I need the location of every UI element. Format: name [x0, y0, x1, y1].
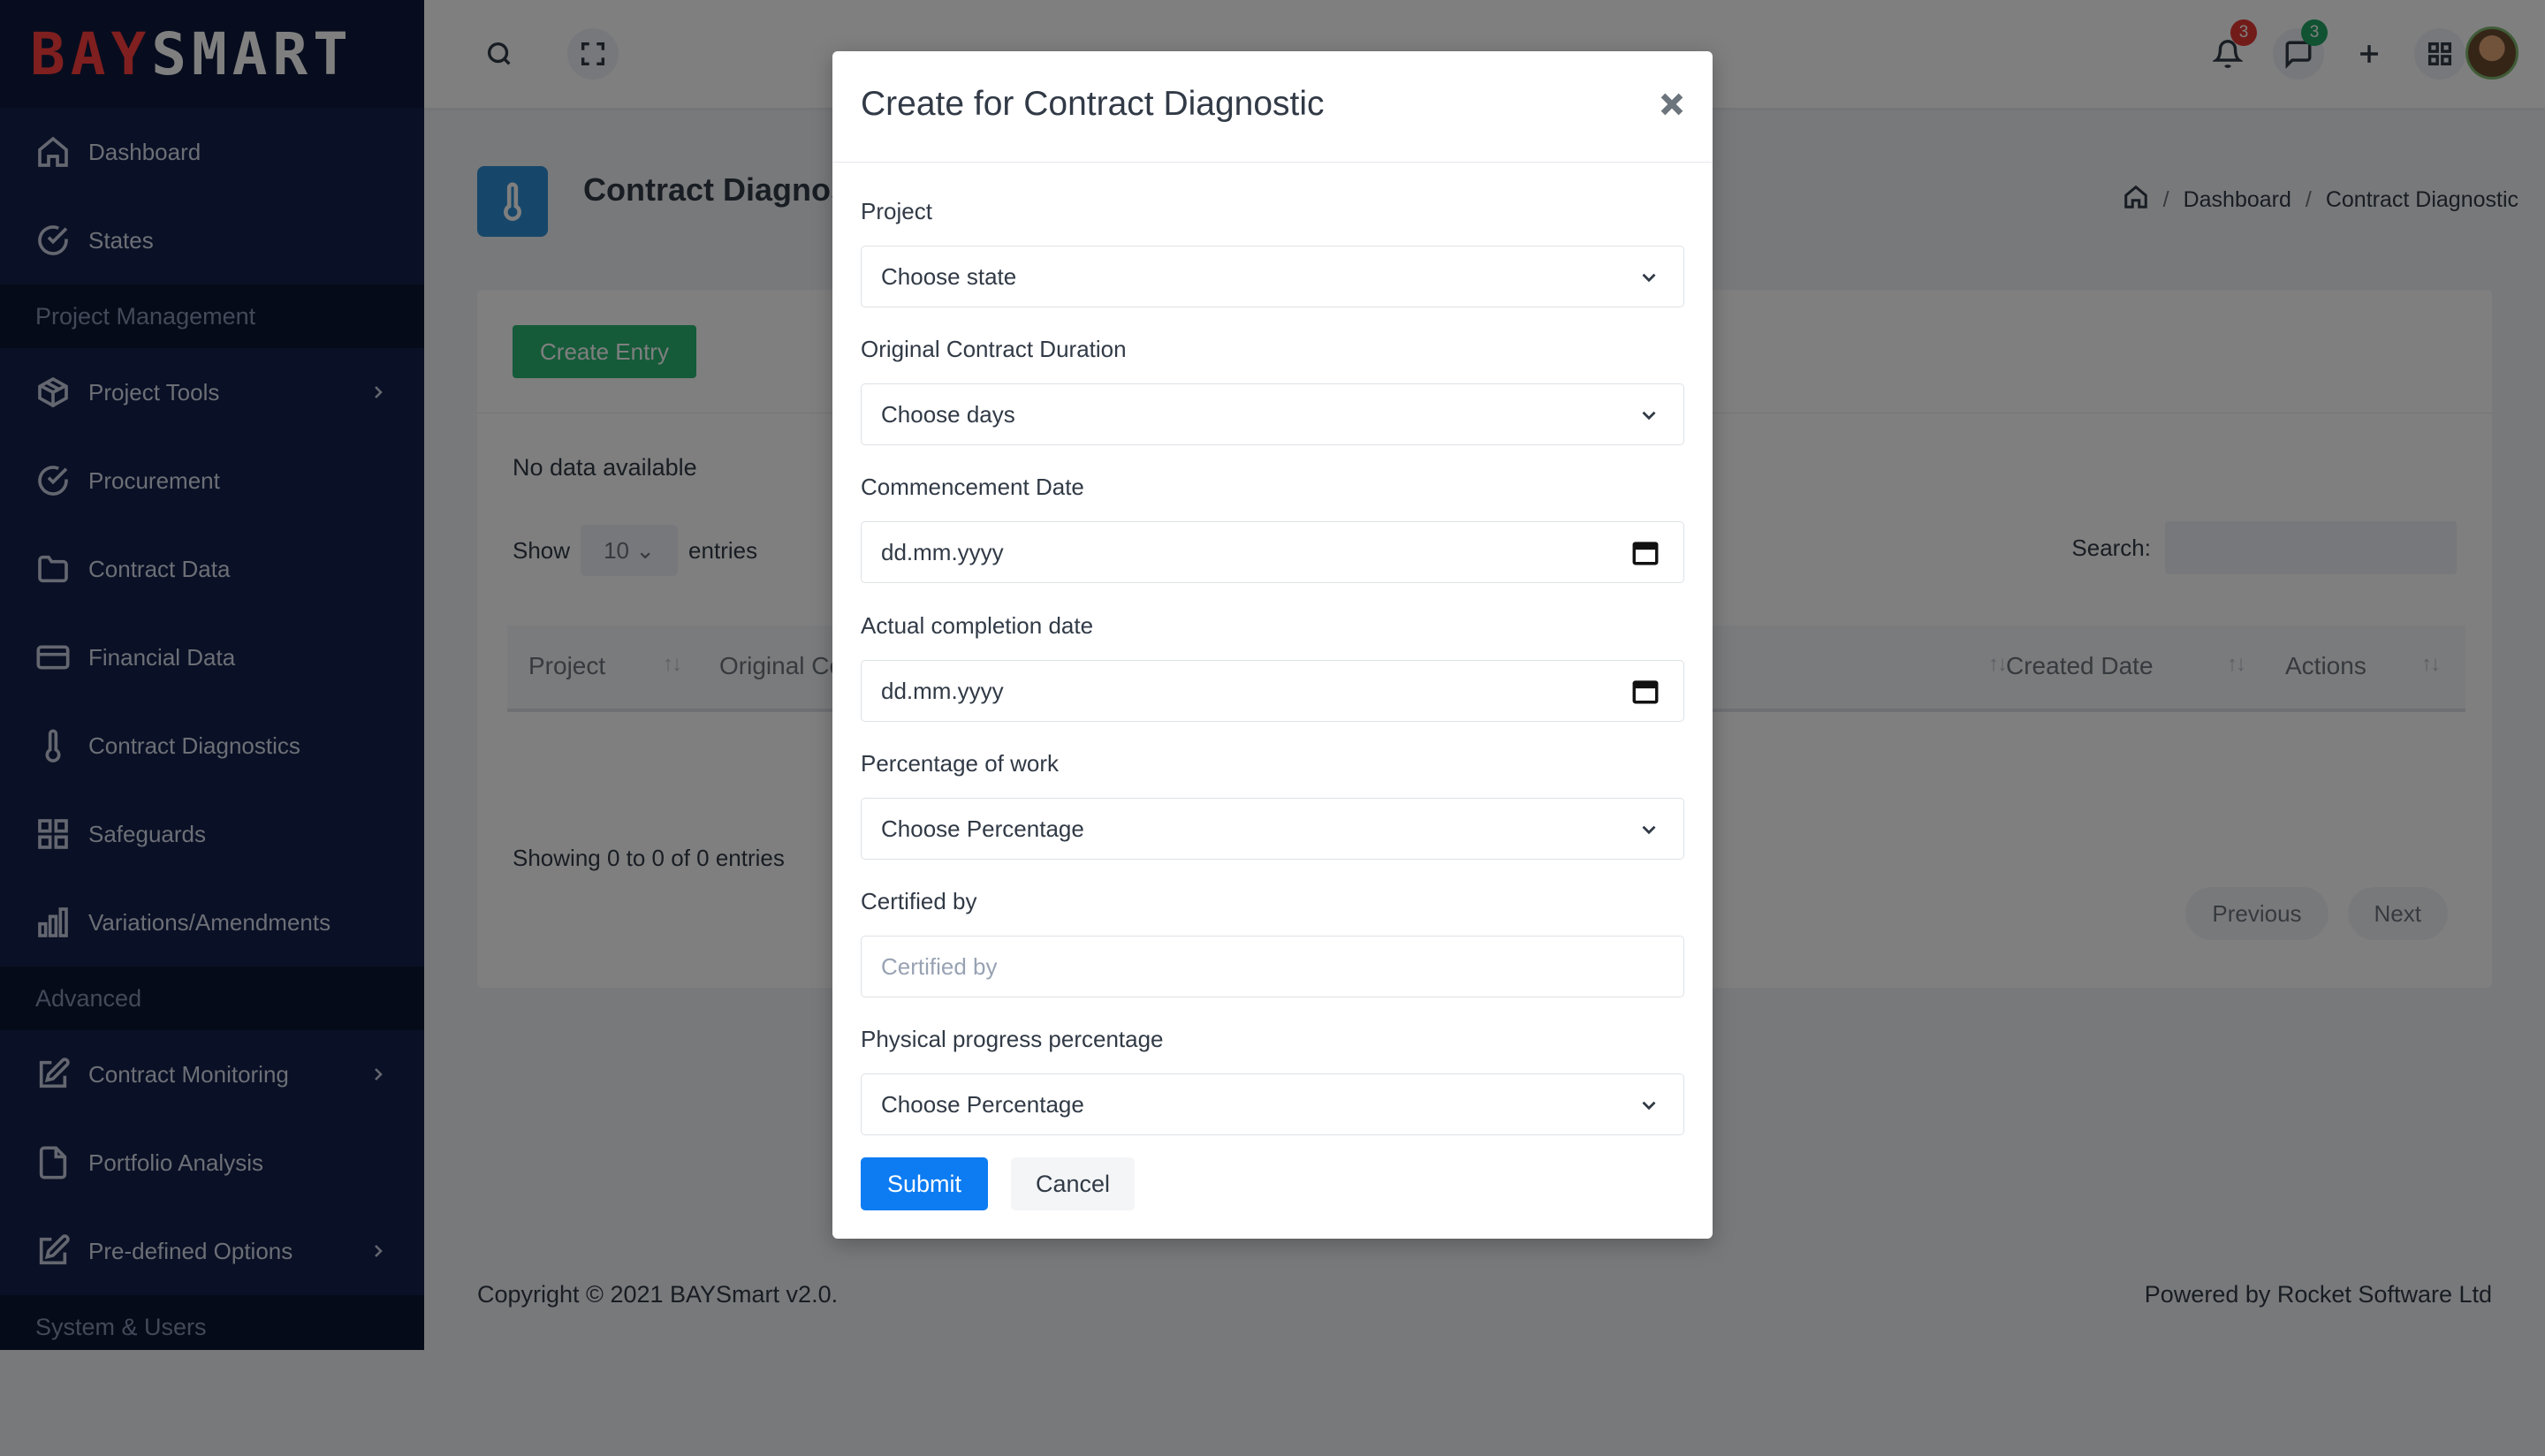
chevron-down-icon — [1637, 404, 1660, 427]
field-label: Project — [861, 198, 932, 224]
completion-date-field: Actual completion date dd.mm.yyyy — [861, 612, 1684, 722]
duration-select[interactable]: Choose days — [861, 383, 1684, 445]
field-label: Original Contract Duration — [861, 336, 1127, 362]
percentage-of-work-select[interactable]: Choose Percentage — [861, 798, 1684, 860]
field-label: Certified by — [861, 888, 977, 914]
submit-button[interactable]: Submit — [861, 1157, 988, 1210]
project-select[interactable]: Choose state — [861, 246, 1684, 307]
chevron-down-icon — [1637, 1094, 1660, 1117]
chevron-down-icon — [1637, 266, 1660, 289]
commencement-date-field: Commencement Date dd.mm.yyyy — [861, 474, 1684, 583]
commencement-date-input[interactable]: dd.mm.yyyy — [861, 521, 1684, 583]
close-icon[interactable] — [1654, 87, 1690, 122]
field-label: Actual completion date — [861, 612, 1094, 639]
modal-title: Create for Contract Diagnostic — [861, 85, 1325, 123]
project-field: Project Choose state — [861, 198, 1684, 307]
chevron-down-icon — [1637, 818, 1660, 841]
duration-field: Original Contract Duration Choose days — [861, 336, 1684, 445]
create-modal: Create for Contract Diagnostic Project C… — [832, 51, 1713, 1239]
physical-progress-select[interactable]: Choose Percentage — [861, 1073, 1684, 1135]
modal-actions: Submit Cancel — [861, 1157, 1135, 1210]
modal-header: Create for Contract Diagnostic — [832, 51, 1713, 163]
percentage-of-work-field: Percentage of work Choose Percentage — [861, 750, 1684, 860]
field-label: Physical progress percentage — [861, 1026, 1164, 1052]
completion-date-input[interactable]: dd.mm.yyyy — [861, 660, 1684, 722]
certified-by-field: Certified by Certified by — [861, 888, 1684, 997]
calendar-icon[interactable] — [1630, 537, 1660, 567]
field-label: Percentage of work — [861, 750, 1060, 777]
field-label: Commencement Date — [861, 474, 1084, 500]
physical-progress-field: Physical progress percentage Choose Perc… — [861, 1026, 1684, 1135]
calendar-icon[interactable] — [1630, 676, 1660, 706]
cancel-button[interactable]: Cancel — [1011, 1157, 1135, 1210]
certified-by-input[interactable]: Certified by — [861, 936, 1684, 997]
